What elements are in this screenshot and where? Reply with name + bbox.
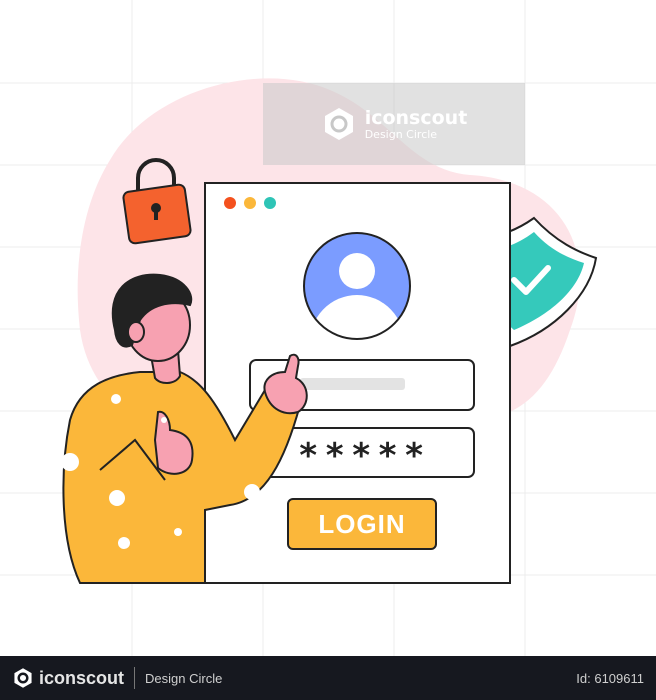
footer-bar: iconscout Design Circle Id: 6109611 xyxy=(0,656,656,700)
watermark: iconscout Design Circle xyxy=(263,83,525,165)
watermark-brand: iconscout xyxy=(364,106,468,129)
footer-brand[interactable]: iconscout xyxy=(12,667,124,689)
iconscout-logo-icon xyxy=(14,668,32,688)
watermark-subtitle: Design Circle xyxy=(364,127,438,141)
password-mask: ***** xyxy=(298,436,431,476)
iconscout-logo-icon xyxy=(324,108,353,140)
window-dot-red xyxy=(224,197,236,209)
window-dot-yellow xyxy=(244,197,256,209)
footer-brand-name: iconscout xyxy=(39,667,125,688)
footer-divider xyxy=(134,667,136,689)
window-dot-green xyxy=(264,197,276,209)
username-placeholder-bar xyxy=(300,378,405,390)
footer-author[interactable]: Design Circle xyxy=(145,671,222,686)
footer-asset-id: Id: 6109611 xyxy=(576,670,644,686)
login-button[interactable]: LOGIN xyxy=(287,498,437,550)
